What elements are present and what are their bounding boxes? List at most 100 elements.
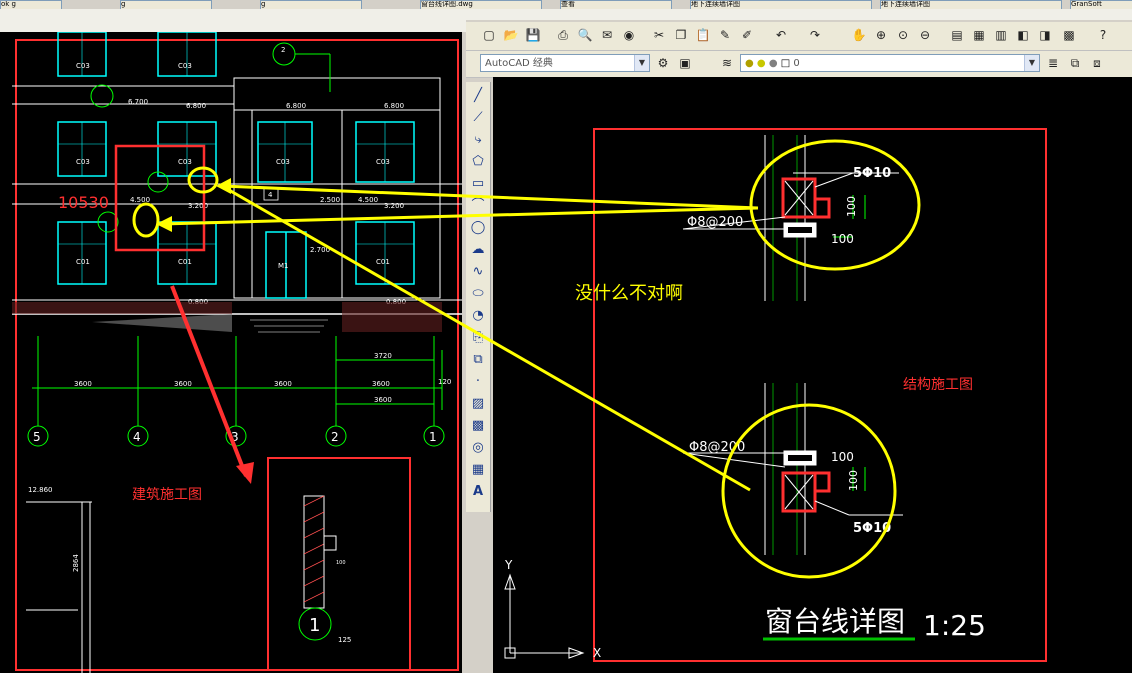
workspace-settings-icon[interactable]: ⚙	[654, 54, 672, 72]
workspace-layer-toolbar: AutoCAD 经典 ▼ ⚙ ▣ ≋ ● ● ● □ 0 ▼ ≣ ⧉ ⧈	[466, 51, 1132, 78]
zoom-window-icon[interactable]: ⊙	[894, 26, 912, 44]
brick-plinth	[12, 302, 232, 314]
axis-dimension: 120	[438, 378, 451, 386]
redo-icon[interactable]: ↷	[806, 26, 824, 44]
section-number: 1	[309, 615, 320, 636]
section-dim: 2864	[72, 554, 80, 572]
elevation-dim: 4.500	[358, 196, 378, 204]
point-tool-icon[interactable]: ·	[468, 372, 488, 392]
arc-tool-icon[interactable]: ⌒	[468, 196, 488, 216]
design-center-icon[interactable]: ▦	[970, 26, 988, 44]
block-editor-icon[interactable]: ✐	[738, 26, 756, 44]
taskbar-tab-label: 查看	[561, 0, 575, 8]
circle-tool-icon[interactable]: ◯	[468, 218, 488, 238]
stirrup-callout: Φ8@200	[687, 215, 743, 230]
door-marker: 4	[268, 191, 273, 199]
table-tool-icon[interactable]: ▦	[468, 460, 488, 480]
red-dimension-number: 10530	[58, 193, 109, 212]
multiline-text-tool-icon[interactable]: A	[468, 482, 488, 502]
pan-icon[interactable]: ✋	[850, 26, 868, 44]
detail-title: 窗台线详图	[765, 605, 905, 638]
properties-icon[interactable]: ▤	[948, 26, 966, 44]
window-label: C03	[376, 158, 390, 166]
make-object-layer-current-icon[interactable]: ≣	[1044, 54, 1062, 72]
detail-sheet-frame	[593, 128, 1047, 662]
polyline-tool-icon[interactable]: ⤷	[468, 130, 488, 150]
horizontal-dim: 100	[831, 450, 854, 464]
save-icon[interactable]: 💾	[524, 26, 542, 44]
workspace-save-icon[interactable]: ▣	[676, 54, 694, 72]
open-file-icon[interactable]: 📂	[502, 26, 520, 44]
match-properties-icon[interactable]: ✎	[716, 26, 734, 44]
line-tool-icon[interactable]: ╱	[468, 86, 488, 106]
window-label: C01	[76, 258, 90, 266]
layer-manager-icon[interactable]: ≋	[718, 54, 736, 72]
zoom-previous-icon[interactable]: ⊖	[916, 26, 934, 44]
axis-label: 5	[33, 430, 41, 444]
make-block-tool-icon[interactable]: ⧉	[468, 350, 488, 370]
cut-icon[interactable]: ✂	[650, 26, 668, 44]
workspace-select-value: AutoCAD 经典	[485, 58, 553, 69]
rectangle-tool-icon[interactable]: ▭	[468, 174, 488, 194]
ramp	[92, 314, 232, 332]
bottom-sill-detail: Φ8@200 100 100 5Φ10	[682, 383, 903, 555]
viewport-divider[interactable]	[462, 32, 466, 673]
construction-line-tool-icon[interactable]: ⟋	[468, 108, 488, 128]
window-label: C03	[276, 158, 290, 166]
sill-projection-section	[813, 197, 831, 219]
insert-block-tool-icon[interactable]: ⎘	[468, 328, 488, 348]
chevron-down-icon[interactable]: ▼	[634, 55, 649, 71]
bottom-detail-highlight-ellipse	[721, 403, 897, 579]
zoom-realtime-icon[interactable]: ⊕	[872, 26, 890, 44]
chevron-down-icon[interactable]: ▼	[1024, 55, 1039, 71]
layer-states-icon[interactable]: ⧈	[1088, 54, 1106, 72]
ucs-y-label: Y	[504, 558, 513, 572]
region-tool-icon[interactable]: ◎	[468, 438, 488, 458]
help-icon[interactable]: ?	[1094, 26, 1112, 44]
workspace-select[interactable]: AutoCAD 经典 ▼	[480, 54, 650, 72]
vertical-dim: 100	[845, 196, 858, 217]
elevation-dim: 2.500	[320, 196, 340, 204]
architectural-drawing-viewport[interactable]: C03 C03 C03 C03 C03 C03 C01 C01 C01 M1 4…	[12, 32, 462, 673]
taskbar-tab-label: ok g	[1, 0, 17, 8]
sill-projection	[323, 535, 337, 551]
layer-select[interactable]: ● ● ● □ 0 ▼	[740, 54, 1040, 72]
axis-label: 1	[429, 430, 437, 444]
publish-icon[interactable]: ✉	[598, 26, 616, 44]
structural-drawing-viewport[interactable]: 5Φ10 Φ8@200 100 100 Φ8@200 100 100 5Φ10 …	[493, 77, 1132, 673]
calculator-icon[interactable]: ▩	[1060, 26, 1078, 44]
taskbar-tab-label: 窗台线详图.dwg	[421, 0, 473, 8]
detail-marker-number: 2	[281, 46, 285, 54]
axis-dimension: 3600	[374, 396, 392, 404]
print-icon[interactable]: ⎙	[554, 26, 572, 44]
undo-icon[interactable]: ↶	[772, 26, 790, 44]
paste-icon[interactable]: 📋	[694, 26, 712, 44]
new-file-icon[interactable]: ▢	[480, 26, 498, 44]
gradient-tool-icon[interactable]: ▩	[468, 416, 488, 436]
window-label: C03	[178, 62, 192, 70]
layer-previous-icon[interactable]: ⧉	[1066, 54, 1084, 72]
copy-icon[interactable]: ❐	[672, 26, 690, 44]
sun-icon: ●	[756, 58, 766, 69]
window-label: C03	[178, 158, 192, 166]
polygon-tool-icon[interactable]: ⬠	[468, 152, 488, 172]
sheet-set-icon[interactable]: ◧	[1014, 26, 1032, 44]
sill-projection-section	[813, 471, 831, 493]
spline-tool-icon[interactable]: ∿	[468, 262, 488, 282]
taskbar-tab-label: g	[121, 0, 126, 8]
elevation-dim: 6.800	[286, 102, 306, 110]
elevation-dim: 4.500	[130, 196, 150, 204]
axis-label: 3	[231, 430, 239, 444]
tool-palettes-icon[interactable]: ▥	[992, 26, 1010, 44]
horizontal-dim: 100	[831, 232, 854, 246]
print-preview-icon[interactable]: 🔍	[576, 26, 594, 44]
globe-icon[interactable]: ◉	[620, 26, 638, 44]
markup-icon[interactable]: ◨	[1036, 26, 1054, 44]
hatch-tool-icon[interactable]: ▨	[468, 394, 488, 414]
ellipse-tool-icon[interactable]: ⬭	[468, 284, 488, 304]
elevation-dim: 3.200	[384, 202, 404, 210]
door-label: M1	[278, 262, 289, 270]
ellipse-arc-tool-icon[interactable]: ◔	[468, 306, 488, 326]
revision-cloud-tool-icon[interactable]: ☁	[468, 240, 488, 260]
elevation-dim: 6.800	[384, 102, 404, 110]
